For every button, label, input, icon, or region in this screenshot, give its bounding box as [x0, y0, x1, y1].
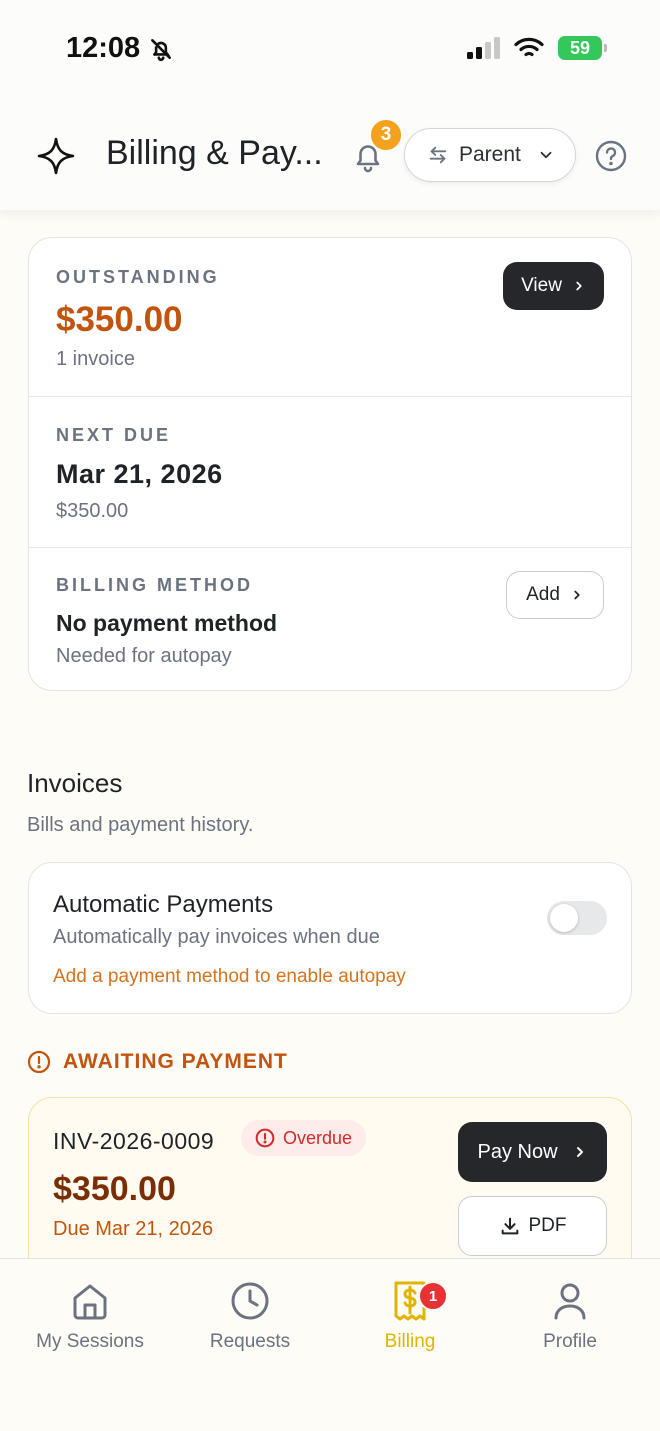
invoice-number: INV-2026-0009: [53, 1128, 215, 1154]
next-due-section: NEXT DUE Mar 21, 2026 $350.00: [29, 397, 631, 548]
autopay-toggle[interactable]: [547, 901, 607, 935]
tab-requests[interactable]: Requests: [170, 1279, 330, 1369]
cellular-signal-icon: [467, 37, 500, 59]
view-outstanding-button[interactable]: View: [503, 262, 604, 310]
invoice-amount: $350.00: [53, 1170, 176, 1208]
tab-billing[interactable]: Billing 1: [330, 1279, 490, 1369]
billing-badge: 1: [418, 1281, 448, 1311]
pay-now-button[interactable]: Pay Now: [458, 1122, 607, 1182]
autopay-warning: Add a payment method to enable autopay: [53, 966, 406, 987]
billing-method-subtitle: Needed for autopay: [56, 645, 232, 667]
outstanding-label: OUTSTANDING: [56, 267, 220, 287]
tab-profile[interactable]: Profile: [490, 1279, 650, 1369]
invoice-due-date: Due Mar 21, 2026: [53, 1218, 214, 1240]
outstanding-amount: $350.00: [56, 300, 183, 339]
toggle-knob: [550, 904, 578, 932]
bottom-tab-bar: My Sessions Requests Billing 1 Profile: [0, 1258, 660, 1431]
role-label: Parent: [459, 143, 521, 166]
autopay-title: Automatic Payments: [53, 891, 274, 918]
status-time: 12:08: [66, 32, 174, 65]
home-icon: [73, 1284, 107, 1320]
tab-my-sessions[interactable]: My Sessions: [10, 1279, 170, 1369]
add-button-label: Add: [526, 584, 560, 605]
bell-slash-icon: [151, 38, 172, 61]
tab-label: Billing: [384, 1331, 436, 1352]
clock-icon: [231, 1282, 269, 1320]
tab-label: Profile: [543, 1331, 597, 1352]
battery-level: 59: [569, 37, 591, 58]
notification-count-badge: 3: [369, 118, 403, 152]
download-icon: [501, 1217, 518, 1235]
next-due-amount: $350.00: [56, 500, 129, 522]
awaiting-payment-label: AWAITING PAYMENT: [63, 1050, 288, 1073]
help-icon[interactable]: [594, 139, 628, 173]
chevron-right-icon: [576, 281, 582, 291]
outstanding-section: OUTSTANDING $350.00 1 invoice View: [29, 238, 631, 397]
role-switcher-button[interactable]: Parent: [404, 128, 576, 182]
billing-method-label: BILLING METHOD: [56, 575, 253, 595]
chevron-right-icon: [576, 1147, 583, 1157]
billing-summary-card: OUTSTANDING $350.00 1 invoice View NEXT …: [28, 237, 632, 691]
billing-method-section: BILLING METHOD No payment method Needed …: [29, 548, 631, 690]
next-due-label: NEXT DUE: [56, 425, 172, 445]
next-due-date: Mar 21, 2026: [56, 459, 223, 489]
tab-label: Requests: [209, 1331, 291, 1352]
invoices-heading: Invoices: [27, 768, 123, 798]
status-indicators: 59: [466, 36, 607, 60]
pay-now-label: Pay Now: [477, 1140, 558, 1163]
billing-method-title: No payment method: [56, 610, 278, 636]
user-icon: [554, 1283, 586, 1320]
add-payment-method-button[interactable]: Add: [506, 571, 604, 619]
autopay-subtitle: Automatically pay invoices when due: [53, 926, 380, 948]
swap-arrows-icon: [429, 146, 447, 164]
overdue-status-badge: Overdue: [241, 1120, 367, 1156]
download-pdf-button[interactable]: PDF: [458, 1196, 607, 1256]
status-time-text: 12:08: [66, 32, 141, 64]
outstanding-invoice-count: 1 invoice: [56, 348, 135, 370]
invoices-subtitle: Bills and payment history.: [27, 814, 254, 836]
autopay-card: Automatic Payments Automatically pay inv…: [28, 862, 632, 1014]
alert-circle-icon: [27, 1050, 51, 1074]
view-button-label: View: [521, 275, 562, 296]
chevron-right-icon: [574, 590, 580, 600]
alert-circle-icon: [255, 1128, 275, 1148]
battery-indicator: 59: [558, 36, 607, 60]
page-title: Billing & Pay...: [106, 134, 323, 172]
wifi-icon: [514, 37, 544, 57]
awaiting-payment-header: AWAITING PAYMENT: [27, 1050, 288, 1074]
tab-label: My Sessions: [36, 1331, 144, 1352]
app-header: 12:08 59 Billing & Pay... 3 Parent: [0, 0, 660, 210]
pdf-label: PDF: [528, 1215, 567, 1236]
overdue-label: Overdue: [283, 1127, 353, 1148]
chevron-down-icon: [540, 151, 552, 159]
sparkle-logo-icon: [37, 137, 75, 175]
